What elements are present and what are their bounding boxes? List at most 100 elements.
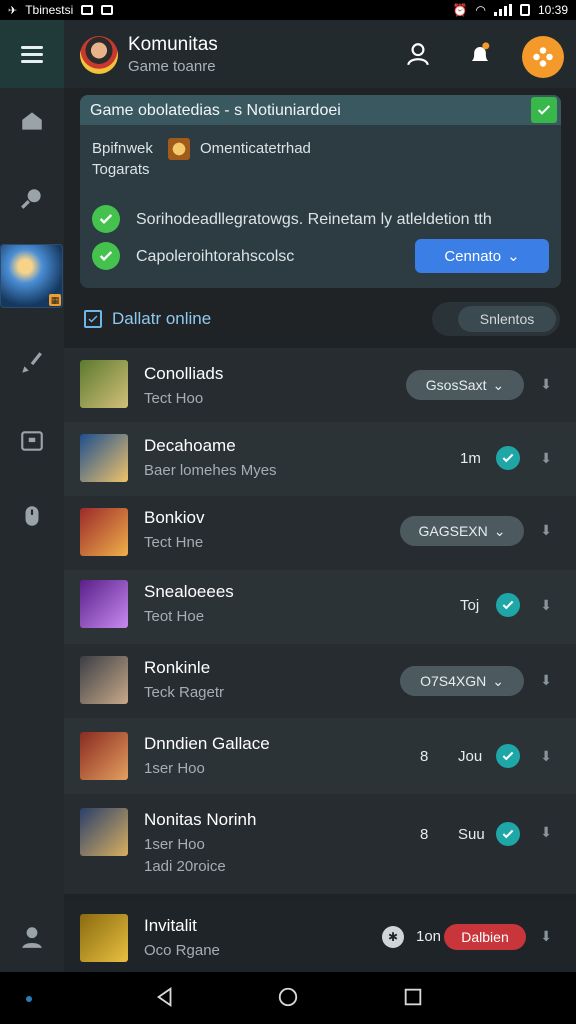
notification-card: Game obolatedias - s Notiuniardoei Bpifn… bbox=[80, 95, 561, 288]
bell-icon bbox=[471, 42, 490, 61]
app-header: Komunitas Game toanre bbox=[64, 20, 576, 88]
game-name: Decahoame bbox=[144, 436, 236, 455]
alarm-icon: ⏰ bbox=[452, 3, 468, 17]
recents-icon bbox=[404, 988, 422, 1006]
settings-icon[interactable]: ✱ bbox=[382, 926, 404, 948]
user-icon bbox=[407, 43, 429, 66]
notifications-button[interactable] bbox=[464, 38, 496, 70]
menu-button[interactable] bbox=[0, 20, 64, 88]
back-icon bbox=[156, 987, 172, 1007]
game-sub: 1ser Hoo bbox=[144, 760, 205, 777]
dismiss-check-button[interactable] bbox=[531, 97, 557, 123]
game-sub: Tect Hoo bbox=[144, 390, 204, 407]
arrow-down-icon[interactable]: ⬇ bbox=[540, 824, 552, 841]
online-label: Dallatr online bbox=[112, 309, 212, 328]
gamepad-button[interactable] bbox=[522, 36, 564, 78]
chevron-down-icon: ⌄ bbox=[493, 522, 506, 539]
card-line-detail: Omenticatetrhad bbox=[200, 140, 311, 157]
check-circle-icon bbox=[92, 242, 120, 270]
chevron-down-icon: ⌄ bbox=[507, 248, 520, 265]
game-meta: Suu bbox=[458, 826, 485, 843]
game-name: Snealoeees bbox=[144, 582, 234, 601]
box-icon[interactable] bbox=[0, 428, 64, 454]
menu-icon bbox=[21, 42, 43, 67]
status-bar: ✈ Tbinestsi ⏰ ◠ 10:39 bbox=[0, 0, 576, 20]
check-icon[interactable] bbox=[496, 446, 520, 470]
home-icon[interactable] bbox=[0, 108, 64, 134]
status-dropdown[interactable]: GAGSEXN ⌄ bbox=[400, 516, 524, 546]
list-item[interactable]: Conolliads Tect Hoo GsosSaxt ⌄ ⬇ bbox=[64, 348, 576, 422]
list-item[interactable]: Ronkinle Teck Ragetr O7S4XGN ⌄ ⬇ bbox=[64, 644, 576, 718]
list-item[interactable]: Nonitas Norinh 1ser Hoo 1adi 20roice 8 S… bbox=[64, 794, 576, 894]
search-icon[interactable] bbox=[0, 186, 64, 212]
online-toggle[interactable]: Dallatr online bbox=[84, 305, 211, 333]
game-icon bbox=[168, 138, 190, 160]
brush-icon[interactable] bbox=[0, 350, 64, 376]
filter-label: Snlentos bbox=[458, 306, 556, 332]
arrow-down-icon[interactable]: ⬇ bbox=[540, 748, 552, 765]
card-line: Togarats bbox=[92, 161, 150, 178]
game-meta: 1on bbox=[416, 928, 442, 945]
check-icon bbox=[537, 105, 551, 115]
profile-button[interactable] bbox=[402, 38, 434, 70]
game-sub: Teot Hoe bbox=[144, 608, 205, 625]
game-art bbox=[80, 732, 128, 780]
game-sub: Tect Hne bbox=[144, 534, 204, 551]
filter-toggle[interactable]: Snlentos bbox=[432, 302, 560, 336]
arrow-down-icon[interactable]: ⬇ bbox=[540, 522, 552, 539]
arrow-down-icon[interactable]: ⬇ bbox=[540, 928, 552, 945]
game-meta-count: 8 bbox=[420, 748, 429, 765]
list-item[interactable]: Bonkiov Tect Hne GAGSEXN ⌄ ⬇ bbox=[64, 496, 576, 570]
side-rail: ▦ bbox=[0, 20, 64, 972]
game-art bbox=[80, 434, 128, 482]
check-icon[interactable] bbox=[496, 744, 520, 768]
game-meta: Toj bbox=[460, 597, 480, 614]
game-name: Dnndien Gallace bbox=[144, 734, 270, 753]
arrow-down-icon[interactable]: ⬇ bbox=[540, 672, 552, 689]
status-dropdown[interactable]: GsosSaxt ⌄ bbox=[406, 370, 524, 400]
status-dropdown[interactable]: O7S4XGN ⌄ bbox=[400, 666, 524, 696]
chevron-down-icon: ⌄ bbox=[492, 672, 504, 689]
game-meta-count: 8 bbox=[420, 826, 429, 843]
user-icon[interactable] bbox=[0, 924, 64, 950]
list-item[interactable]: Dnndien Gallace 1ser Hoo 8 Jou ⬇ bbox=[64, 718, 576, 794]
back-button[interactable] bbox=[154, 986, 176, 1013]
arrow-down-icon[interactable]: ⬇ bbox=[540, 597, 552, 614]
status-label: GAGSEXN bbox=[418, 523, 488, 539]
badge-icon: ▦ bbox=[49, 294, 61, 306]
game-sub: 1ser Hoo bbox=[144, 836, 205, 853]
list-item[interactable]: Snealoeees Teot Hoe Toj ⬇ bbox=[64, 570, 576, 644]
check-icon[interactable] bbox=[496, 593, 520, 617]
game-name: Invitalit bbox=[144, 916, 197, 935]
check-icon[interactable] bbox=[496, 822, 520, 846]
game-name: Nonitas Norinh bbox=[144, 810, 257, 829]
game-sub: Baer lomehes Myes bbox=[144, 462, 277, 479]
list-item[interactable]: Decahoame Baer lomehes Myes 1m ⬇ bbox=[64, 422, 576, 496]
confirm-button[interactable]: Cennato ⌄ bbox=[415, 239, 549, 273]
status-label: GsosSaxt bbox=[425, 377, 487, 393]
status-badge[interactable]: Dalbien bbox=[444, 924, 526, 950]
list-item[interactable]: Invitalit Oco Rgane ✱ 1on Dalbien ⬇ bbox=[64, 902, 576, 972]
home-circle-icon bbox=[278, 987, 298, 1007]
game-art bbox=[80, 914, 128, 962]
check-circle-icon bbox=[92, 205, 120, 233]
arrow-down-icon[interactable]: ⬇ bbox=[540, 450, 552, 467]
game-sub: Teck Ragetr bbox=[144, 684, 225, 701]
arrow-down-icon[interactable]: ⬇ bbox=[540, 376, 552, 393]
recents-button[interactable] bbox=[402, 986, 424, 1013]
app-glyph-icon: ✈ bbox=[8, 4, 18, 17]
card-item: Sorihodeadllegratowgs. Reinetam ly atlel… bbox=[136, 211, 492, 228]
notification-icon bbox=[101, 5, 114, 15]
game-art bbox=[80, 808, 128, 856]
game-sub: Oco Rgane bbox=[144, 942, 220, 959]
page-subtitle: Game toanre bbox=[128, 58, 216, 75]
clock: 10:39 bbox=[537, 3, 568, 17]
game-sub-secondary: 1adi 20roice bbox=[144, 858, 226, 875]
game-art bbox=[80, 508, 128, 556]
home-button[interactable] bbox=[277, 986, 299, 1013]
mouse-icon[interactable] bbox=[0, 503, 64, 529]
game-meta: Jou bbox=[458, 748, 483, 765]
avatar[interactable] bbox=[80, 36, 118, 74]
active-game-thumbnail[interactable]: ▦ bbox=[0, 244, 63, 308]
wifi-icon: ◠ bbox=[475, 3, 486, 17]
